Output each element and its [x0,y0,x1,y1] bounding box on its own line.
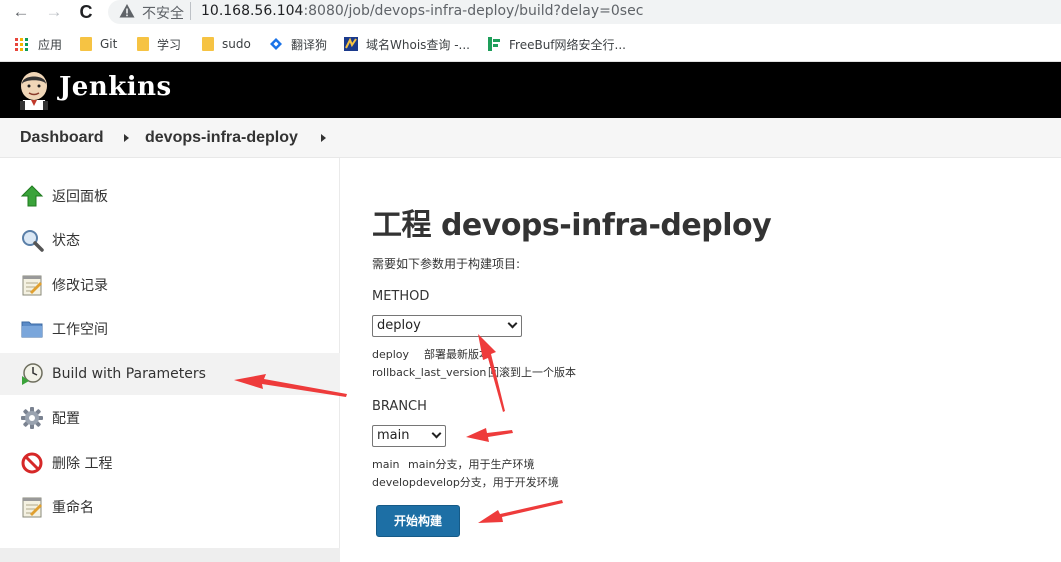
jenkins-title[interactable]: Jenkins [59,72,172,102]
main-panel: 工程 devops-infra-deploy 需要如下参数用于构建项目: MET… [341,158,1061,562]
insecure-label: 不安全 [142,6,184,22]
bookmark-label: 域名Whois查询 -... [366,37,470,52]
jenkins-header: Jenkins [0,62,1061,118]
apps-icon [15,37,28,51]
bookmark-label: 翻译狗 [291,37,328,52]
sidebar-item-configure[interactable]: 配置 [0,397,340,439]
branch-selected-value: main [377,428,410,443]
method-select[interactable]: deploy [372,315,522,337]
chevron-down-icon [507,318,518,329]
breadcrumb-caret-icon[interactable] [321,134,326,142]
page-title: 工程 devops-infra-deploy [372,208,772,243]
folder-icon [21,321,43,338]
breadcrumb: Dashboard devops-infra-deploy [0,118,1061,158]
whois-icon [344,37,358,51]
sidebar-item-back-to-dashboard[interactable]: 返回面板 [0,175,340,217]
jenkins-butler-icon[interactable] [18,70,50,110]
choice-value: main [372,458,400,471]
url-divider [190,2,191,20]
method-choice-rollback: rollback_last_version 回滚到上一个版本 [372,364,576,380]
sidebar-item-label: 删除 工程 [52,456,113,472]
gear-icon [21,407,43,429]
freebuf-icon [488,37,500,51]
folder-icon [202,37,214,51]
breadcrumb-job[interactable]: devops-infra-deploy [145,129,298,147]
sidebar-item-label: Build with Parameters [52,366,206,382]
sidebar-item-changes[interactable]: 修改记录 [0,264,340,306]
choice-desc: develop分支，用于开发环境 [416,476,559,489]
bookmark-label: Git [100,37,118,51]
breadcrumb-caret-icon[interactable] [124,134,129,142]
sidebar-item-label: 返回面板 [52,189,108,205]
sidebar-item-rename[interactable]: 重命名 [0,486,340,528]
url-host: 10.168.56.104 [201,3,304,19]
choice-value: rollback_last_version [372,366,487,379]
bookmark-study[interactable]: 学习 [137,35,181,53]
bookmark-apps[interactable]: 应用 [15,35,62,53]
url-text[interactable]: 10.168.56.104:8080/job/devops-infra-depl… [201,3,643,19]
browser-toolbar: ← → C 不安全 10.168.56.104:8080/job/devops-… [0,0,1061,25]
folder-icon [80,37,92,51]
bookmark-git[interactable]: Git [80,35,117,53]
notepad-icon [22,275,42,296]
method-selected-value: deploy [377,318,421,333]
sidebar-item-label: 配置 [52,411,80,427]
url-path: :8080/job/devops-infra-deploy/build?dela… [303,3,644,19]
bookmark-label: 学习 [157,37,182,52]
translate-icon [270,38,282,50]
build-button[interactable]: 开始构建 [376,505,460,537]
bookmark-translate[interactable]: 翻译狗 [269,35,327,53]
side-panel-footer [0,548,340,562]
reload-button[interactable]: C [76,2,96,22]
sidebar-item-label: 重命名 [52,500,94,516]
branch-choice-develop: developdevelop分支，用于开发环境 [372,474,559,490]
bookmark-sudo[interactable]: sudo [202,35,251,53]
sidebar-item-label: 状态 [52,233,80,249]
clock-icon [22,363,43,385]
warning-icon [119,4,135,18]
back-button[interactable]: ← [11,2,31,22]
choice-value: deploy [372,348,410,361]
bookmark-label: sudo [222,37,251,51]
side-panel: 返回面板 状态 修改记录 工作空间 Build with Parameters [0,158,340,562]
param-name-branch: BRANCH [372,399,427,414]
no-entry-icon [21,452,43,474]
bookmark-freebuf[interactable]: FreeBuf网络安全行... [487,35,626,53]
bookmark-label: 应用 [38,37,63,52]
up-arrow-icon [20,185,44,207]
sidebar-item-workspace[interactable]: 工作空间 [0,308,340,350]
sidebar-item-delete-project[interactable]: 删除 工程 [0,442,340,484]
choice-desc: 部署最新版本 [424,348,490,361]
choice-desc: 回滚到上一个版本 [488,366,576,379]
chevron-down-icon [431,428,442,439]
branch-select[interactable]: main [372,425,446,447]
forward-button[interactable]: → [44,2,64,22]
bookmarks-bar: 应用 Git 学习 sudo 翻译狗 域名Whois查询 -... FreeBu… [0,25,1061,62]
bookmark-whois[interactable]: 域名Whois查询 -... [344,35,470,53]
branch-choice-main: main main分支，用于生产环境 [372,456,534,472]
bookmark-label: FreeBuf网络安全行... [509,37,626,52]
sidebar-item-label: 修改记录 [52,278,108,294]
param-name-method: METHOD [372,289,430,304]
notepad-icon [22,497,42,518]
folder-icon [137,37,149,51]
page-description: 需要如下参数用于构建项目: [372,257,521,271]
sidebar-item-build-with-parameters[interactable]: Build with Parameters [0,353,340,395]
choice-desc: main分支，用于生产环境 [408,458,535,471]
sidebar-item-status[interactable]: 状态 [0,219,340,261]
breadcrumb-dashboard[interactable]: Dashboard [20,129,104,147]
search-icon [22,230,44,252]
choice-value: develop [372,476,416,489]
sidebar-item-label: 工作空间 [52,322,108,338]
method-choice-deploy: deploy 部署最新版本 [372,346,490,362]
address-bar[interactable]: 不安全 10.168.56.104:8080/job/devops-infra-… [108,0,1061,24]
